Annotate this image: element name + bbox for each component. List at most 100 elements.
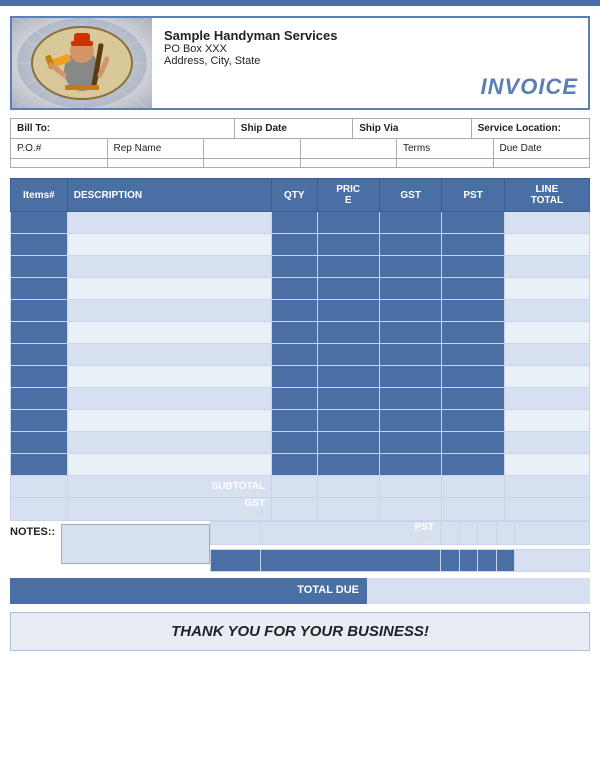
gst-label-text: GST	[245, 498, 266, 509]
notes-pst-section: NOTES:: PST 7.00%	[10, 521, 590, 572]
td-gst	[379, 366, 441, 388]
gst-blue4	[379, 498, 441, 521]
td-desc	[67, 300, 271, 322]
extra-value-row	[211, 550, 590, 572]
td-gst	[379, 322, 441, 344]
td-price	[317, 234, 379, 256]
total-due-value	[367, 578, 590, 604]
td-desc	[67, 344, 271, 366]
pst-blue2	[441, 522, 460, 545]
ship-date-label-cell: Ship Date	[235, 119, 353, 138]
td-qty	[272, 344, 317, 366]
th-gst: GST	[379, 179, 441, 212]
td-price	[317, 322, 379, 344]
table-row	[11, 410, 590, 432]
ship-date-value	[204, 139, 301, 158]
company-name: Sample Handyman Services	[164, 28, 466, 43]
po-value	[11, 159, 108, 167]
ev-value	[515, 550, 590, 572]
td-item	[11, 388, 68, 410]
td-gst	[379, 388, 441, 410]
ship-via-value2	[301, 159, 398, 167]
total-due-blue-left	[10, 578, 217, 604]
pst-label: PST 7.00%	[261, 522, 441, 545]
td-gst	[379, 278, 441, 300]
ship-date-value2	[204, 159, 301, 167]
terms-label: Terms	[403, 143, 430, 154]
gst-pct: 5.00%	[240, 509, 266, 519]
gst-value	[504, 498, 589, 521]
td-qty	[272, 366, 317, 388]
rep-name-cell: Rep Name	[108, 139, 205, 158]
gst-blue2	[272, 498, 317, 521]
pst-blue3	[459, 522, 478, 545]
td-item	[11, 212, 68, 234]
pst-pct: 7.00%	[408, 533, 434, 543]
td-gst	[379, 454, 441, 476]
td-desc	[67, 234, 271, 256]
bill-to-label: Bill To:	[17, 123, 50, 134]
table-row	[11, 344, 590, 366]
td-total	[504, 454, 589, 476]
table-row	[11, 432, 590, 454]
due-date-value	[494, 159, 590, 167]
bill-to-section: Bill To: Ship Date Ship Via Service Loca…	[10, 118, 590, 168]
subtotal-label: SUBTOTAL	[67, 476, 271, 498]
subtotal-row: SUBTOTAL	[11, 476, 590, 498]
td-desc	[67, 432, 271, 454]
bill-to-cell: Bill To:	[11, 119, 235, 138]
td-desc	[67, 410, 271, 432]
td-desc	[67, 256, 271, 278]
pst-blue4	[478, 522, 497, 545]
rep-name-label: Rep Name	[114, 143, 162, 154]
ev-blue3	[441, 550, 460, 572]
table-row	[11, 278, 590, 300]
td-total	[504, 256, 589, 278]
ev-blue1	[211, 550, 261, 572]
th-items: Items#	[11, 179, 68, 212]
rep-value	[108, 159, 205, 167]
pst-area: PST 7.00%	[210, 521, 590, 572]
pst-blue5	[496, 522, 515, 545]
total-due-row: TOTAL DUE	[10, 578, 590, 604]
td-pst	[442, 212, 504, 234]
items-table: Items# DESCRIPTION QTY PRICE GST PST LIN…	[10, 178, 590, 521]
td-desc	[67, 454, 271, 476]
extra-value-table	[210, 549, 590, 572]
pst-blue1	[211, 522, 261, 545]
invoice-label: INVOICE	[481, 74, 578, 100]
items-section: Items# DESCRIPTION QTY PRICE GST PST LIN…	[10, 178, 590, 521]
td-price	[317, 212, 379, 234]
td-price	[317, 256, 379, 278]
ev-blue2	[261, 550, 441, 572]
th-description: DESCRIPTION	[67, 179, 271, 212]
subtotal-blue4	[379, 476, 441, 498]
th-pst: PST	[442, 179, 504, 212]
gst-blue3	[317, 498, 379, 521]
td-total	[504, 212, 589, 234]
td-item	[11, 344, 68, 366]
notes-label: NOTES::	[10, 524, 61, 538]
table-header-row: Items# DESCRIPTION QTY PRICE GST PST LIN…	[11, 179, 590, 212]
table-row	[11, 256, 590, 278]
gst-row: GST 5.00%	[11, 498, 590, 521]
td-price	[317, 410, 379, 432]
ship-via-label: Ship Via	[359, 123, 398, 134]
td-pst	[442, 256, 504, 278]
company-logo	[12, 18, 152, 108]
pst-row: PST 7.00%	[211, 522, 590, 545]
td-item	[11, 432, 68, 454]
td-item	[11, 300, 68, 322]
td-price	[317, 388, 379, 410]
td-pst	[442, 388, 504, 410]
td-pst	[442, 344, 504, 366]
td-gst	[379, 432, 441, 454]
company-address2: Address, City, State	[164, 55, 466, 67]
td-item	[11, 322, 68, 344]
notes-box[interactable]	[61, 524, 210, 564]
subtotal-blue2	[272, 476, 317, 498]
td-qty	[272, 432, 317, 454]
pst-label-text: PST	[415, 522, 434, 533]
td-price	[317, 300, 379, 322]
td-qty	[272, 454, 317, 476]
